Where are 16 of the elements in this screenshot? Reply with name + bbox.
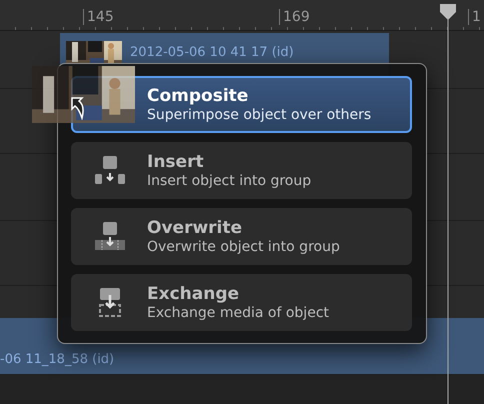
ruler-label: 1 (468, 9, 481, 25)
menu-item[interactable]: Insert Insert object into group (71, 142, 412, 199)
clip-title: -06 11_18_58 (id) (0, 351, 114, 368)
item-title: Exchange (147, 284, 240, 304)
ruler-label: 169 (279, 9, 310, 25)
item-description: Overwrite object into group (147, 238, 340, 256)
ruler-label: 145 (83, 9, 114, 25)
item-title: Overwrite (147, 218, 244, 238)
item-description: Insert object into group (147, 172, 312, 190)
menu-item[interactable]: Exchange Exchange media of object (71, 274, 412, 331)
item-description: Superimpose object over others (147, 106, 372, 124)
clip-title: 2012-05-06 10 41 17 (id) (130, 44, 294, 61)
item-title: Insert (147, 152, 205, 172)
insert-icon (94, 154, 126, 186)
menu-item[interactable]: Overwrite Overwrite object into group (71, 208, 412, 265)
overwrite-icon (94, 220, 126, 252)
